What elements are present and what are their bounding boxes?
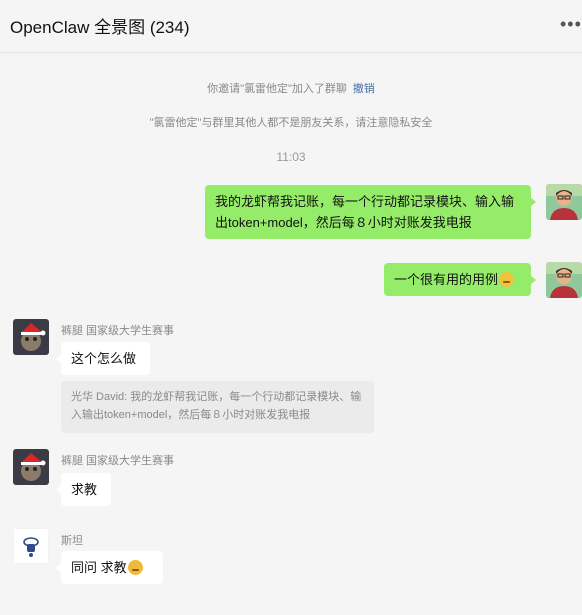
self-avatar[interactable] <box>546 184 582 220</box>
sender-name: 裤腿 国家级大学生赛事 <box>61 325 175 337</box>
message-text: 求教 <box>71 482 98 497</box>
quote-text: 光华 David: 我的龙虾帮我记账，每一个行动都记录模块、输入输出token+… <box>71 391 362 421</box>
sender-avatar[interactable] <box>13 319 49 355</box>
other-message-bubble[interactable]: 求教 <box>56 473 111 506</box>
sender-avatar[interactable] <box>13 528 49 564</box>
self-message-bubble[interactable]: 我的龙虾帮我记账，每一个行动都记录模块、输入输出token+model，然后每８… <box>205 185 536 239</box>
invite-text: 你邀请"氯雷他定"加入了群聊 <box>207 83 347 95</box>
message-text: 同问 求教 <box>71 560 127 575</box>
system-invite-notice: 你邀请"氯雷他定"加入了群聊 撤销 <box>0 80 582 96</box>
self-message-bubble[interactable]: 一个很有用的用例 <box>384 263 536 296</box>
timestamp: 11:03 <box>276 150 306 164</box>
message-text: 一个很有用的用例 <box>394 272 499 287</box>
other-message-bubble[interactable]: 这个怎么做 <box>56 342 150 375</box>
chat-header: OpenClaw 全景图 (234) ••• <box>0 0 582 53</box>
sender-name: 裤腿 国家级大学生赛事 <box>61 455 175 467</box>
thinking-face-icon <box>499 272 515 287</box>
more-options-icon[interactable]: ••• <box>560 16 582 32</box>
other-message-bubble[interactable]: 同问 求教 <box>56 551 163 584</box>
sender-name: 斯坦 <box>61 535 83 547</box>
chat-title: OpenClaw 全景图 (234) <box>10 18 190 37</box>
sender-avatar[interactable] <box>13 449 49 485</box>
quoted-message[interactable]: 光华 David: 我的龙虾帮我记账，每一个行动都记录模块、输入输出token+… <box>61 381 374 433</box>
folded-hands-icon <box>127 560 143 575</box>
message-text: 我的龙虾帮我记账，每一个行动都记录模块、输入输出token+model，然后每８… <box>215 194 515 230</box>
message-text: 这个怎么做 <box>71 351 137 366</box>
self-avatar[interactable] <box>546 262 582 298</box>
privacy-notice: "氯雷他定"与群里其他人都不是朋友关系，请注意隐私安全 <box>149 117 433 129</box>
undo-link[interactable]: 撤销 <box>353 83 375 95</box>
